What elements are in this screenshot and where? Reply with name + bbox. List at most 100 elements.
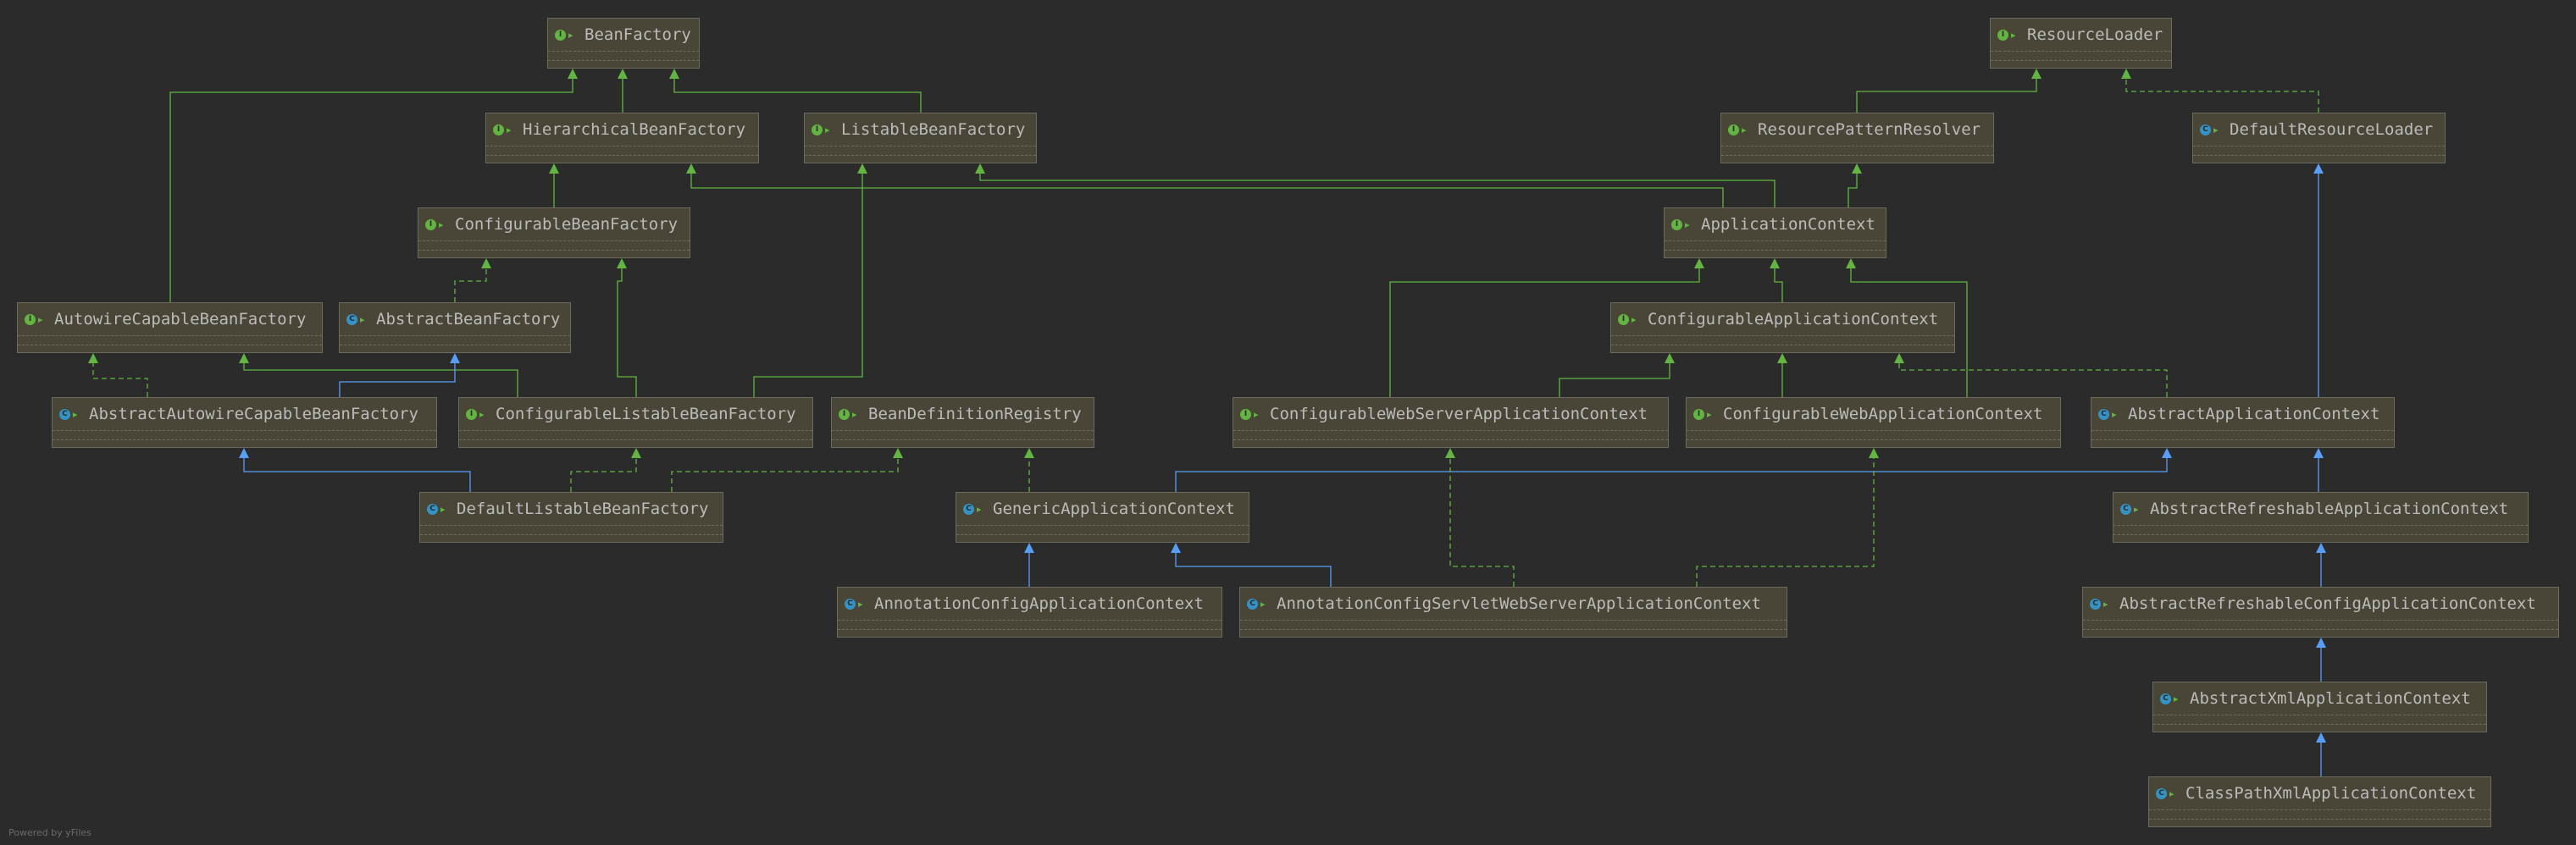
class-icon: C [346, 313, 357, 325]
node-section-divider [832, 439, 1094, 440]
node-default-listable-bean-factory[interactable]: C ▸ DefaultListableBeanFactory [419, 492, 723, 543]
node-title: I ▸ ListableBeanFactory [812, 120, 1033, 139]
class-icon: C [2160, 693, 2171, 704]
node-section-divider [420, 534, 723, 535]
node-title: C ▸ AbstractRefreshableApplicationContext [2120, 500, 2524, 518]
class-icon: C [2098, 408, 2109, 420]
powered-by-footer: Powered by yFiles [8, 827, 91, 838]
node-section-divider [838, 629, 1222, 630]
public-visibility-icon: ▸ [1742, 124, 1747, 135]
node-generic-application-context[interactable]: C ▸ GenericApplicationContext [956, 492, 1249, 543]
node-section-divider [2091, 430, 2394, 431]
node-section-divider [2113, 525, 2528, 526]
interface-icon: I [1693, 408, 1704, 420]
public-visibility-icon: ▸ [825, 124, 830, 135]
node-section-divider [2083, 629, 2558, 630]
node-label: ApplicationContext [1701, 215, 1875, 234]
node-label: AutowireCapableBeanFactory [54, 310, 307, 329]
node-title: I ▸ ConfigurableWebServerApplicationContex… [1240, 405, 1665, 423]
node-title: C ▸ AbstractRefreshableConfigApplicationCo… [2090, 594, 2555, 613]
node-title: C ▸ AnnotationConfigServletWebServerApplic… [1247, 594, 1783, 613]
node-abstract-application-context[interactable]: C ▸ AbstractApplicationContext [2091, 397, 2395, 448]
node-section-divider [548, 51, 699, 52]
node-section-divider [1991, 51, 2171, 52]
interface-icon: I [425, 218, 436, 230]
node-label: ConfigurableWebApplicationContext [1723, 405, 2043, 423]
public-visibility-icon: ▸ [2213, 124, 2219, 135]
node-section-divider [956, 525, 1249, 526]
node-section-divider [832, 430, 1094, 431]
node-title: I ▸ AutowireCapableBeanFactory [25, 310, 319, 329]
node-title: C ▸ DefaultListableBeanFactory [427, 500, 719, 518]
interface-icon: I [1618, 313, 1629, 325]
node-section-divider [486, 155, 758, 156]
node-label: GenericApplicationContext [993, 500, 1235, 518]
class-icon: C [2156, 787, 2167, 799]
node-section-divider [459, 430, 812, 431]
node-annotation-config-application-context[interactable]: C ▸ AnnotationConfigApplicationContext [837, 587, 1222, 638]
node-section-divider [1721, 155, 1993, 156]
node-label: AbstractXmlApplicationContext [2190, 689, 2471, 708]
node-annotation-config-servlet-web-server-application-context[interactable]: C ▸ AnnotationConfigServletWebServerApplic… [1239, 587, 1787, 638]
node-section-divider [1665, 240, 1886, 241]
node-default-resource-loader[interactable]: C ▸ DefaultResourceLoader [2192, 113, 2446, 163]
node-configurable-application-context[interactable]: I ▸ ConfigurableApplicationContext [1610, 302, 1955, 353]
node-label: AbstractBeanFactory [376, 310, 561, 329]
node-section-divider [53, 439, 436, 440]
node-configurable-bean-factory[interactable]: I ▸ ConfigurableBeanFactory [418, 207, 690, 258]
node-section-divider [418, 250, 690, 251]
node-bean-factory[interactable]: I ▸ BeanFactory [547, 18, 700, 69]
public-visibility-icon: ▸ [360, 313, 365, 325]
public-visibility-icon: ▸ [568, 29, 573, 41]
node-title: C ▸ ClassPathXmlApplicationContext [2156, 784, 2487, 803]
interface-icon: I [839, 408, 850, 420]
class-icon: C [2200, 124, 2211, 135]
node-label: BeanDefinitionRegistry [868, 405, 1082, 423]
node-resource-loader[interactable]: I ▸ ResourceLoader [1990, 18, 2172, 69]
node-title: I ▸ ApplicationContext [1671, 215, 1882, 234]
node-abstract-xml-application-context[interactable]: C ▸ AbstractXmlApplicationContext [2152, 682, 2487, 732]
interface-icon: I [1728, 124, 1739, 135]
node-section-divider [420, 525, 723, 526]
node-section-divider [838, 620, 1222, 621]
node-label: ConfigurableApplicationContext [1648, 310, 1939, 329]
public-visibility-icon: ▸ [1685, 218, 1690, 230]
node-label: AbstractRefreshableApplicationContext [2150, 500, 2509, 518]
node-title: I ▸ ConfigurableApplicationContext [1618, 310, 1951, 329]
interface-icon: I [1671, 218, 1682, 230]
node-hierarchical-bean-factory[interactable]: I ▸ HierarchicalBeanFactory [485, 113, 759, 163]
node-abstract-autowire-capable-bean-factory[interactable]: C ▸ AbstractAutowireCapableBeanFactory [52, 397, 437, 448]
node-label: ClassPathXmlApplicationContext [2185, 784, 2477, 803]
node-autowire-capable-bean-factory[interactable]: I ▸ AutowireCapableBeanFactory [17, 302, 323, 353]
public-visibility-icon: ▸ [1254, 408, 1259, 420]
node-configurable-web-application-context[interactable]: I ▸ ConfigurableWebApplicationContext [1686, 397, 2061, 448]
node-abstract-refreshable-config-application-context[interactable]: C ▸ AbstractRefreshableConfigApplicationCo… [2082, 587, 2559, 638]
node-label: AbstractApplicationContext [2128, 405, 2380, 423]
public-visibility-icon: ▸ [2103, 598, 2108, 610]
public-visibility-icon: ▸ [858, 598, 863, 610]
node-label: ListableBeanFactory [841, 120, 1026, 139]
node-abstract-bean-factory[interactable]: C ▸ AbstractBeanFactory [339, 302, 571, 353]
node-bean-definition-registry[interactable]: I ▸ BeanDefinitionRegistry [831, 397, 1094, 448]
interface-icon: I [493, 124, 504, 135]
node-title: C ▸ DefaultResourceLoader [2200, 120, 2441, 139]
node-resource-pattern-resolver[interactable]: I ▸ ResourcePatternResolver [1720, 113, 1994, 163]
public-visibility-icon: ▸ [2112, 408, 2117, 420]
node-listable-bean-factory[interactable]: I ▸ ListableBeanFactory [804, 113, 1037, 163]
interface-icon: I [1997, 29, 2008, 41]
node-abstract-refreshable-application-context[interactable]: C ▸ AbstractRefreshableApplicationContext [2113, 492, 2529, 543]
node-section-divider [18, 335, 322, 336]
node-class-path-xml-application-context[interactable]: C ▸ ClassPathXmlApplicationContext [2148, 776, 2491, 827]
node-title: I ▸ ConfigurableWebApplicationContext [1693, 405, 2057, 423]
class-icon: C [2120, 503, 2131, 515]
node-application-context[interactable]: I ▸ ApplicationContext [1664, 207, 1886, 258]
node-label: ConfigurableListableBeanFactory [496, 405, 796, 423]
class-icon: C [963, 503, 974, 515]
interface-icon: I [1240, 408, 1251, 420]
node-title: I ▸ BeanDefinitionRegistry [839, 405, 1090, 423]
node-section-divider [1687, 430, 2060, 431]
node-title: I ▸ ResourcePatternResolver [1728, 120, 1990, 139]
node-configurable-web-server-application-context[interactable]: I ▸ ConfigurableWebServerApplicationContex… [1233, 397, 1669, 448]
node-configurable-listable-bean-factory[interactable]: I ▸ ConfigurableListableBeanFactory [458, 397, 813, 448]
node-label: AnnotationConfigServletWebServerApplicat… [1277, 594, 1761, 613]
